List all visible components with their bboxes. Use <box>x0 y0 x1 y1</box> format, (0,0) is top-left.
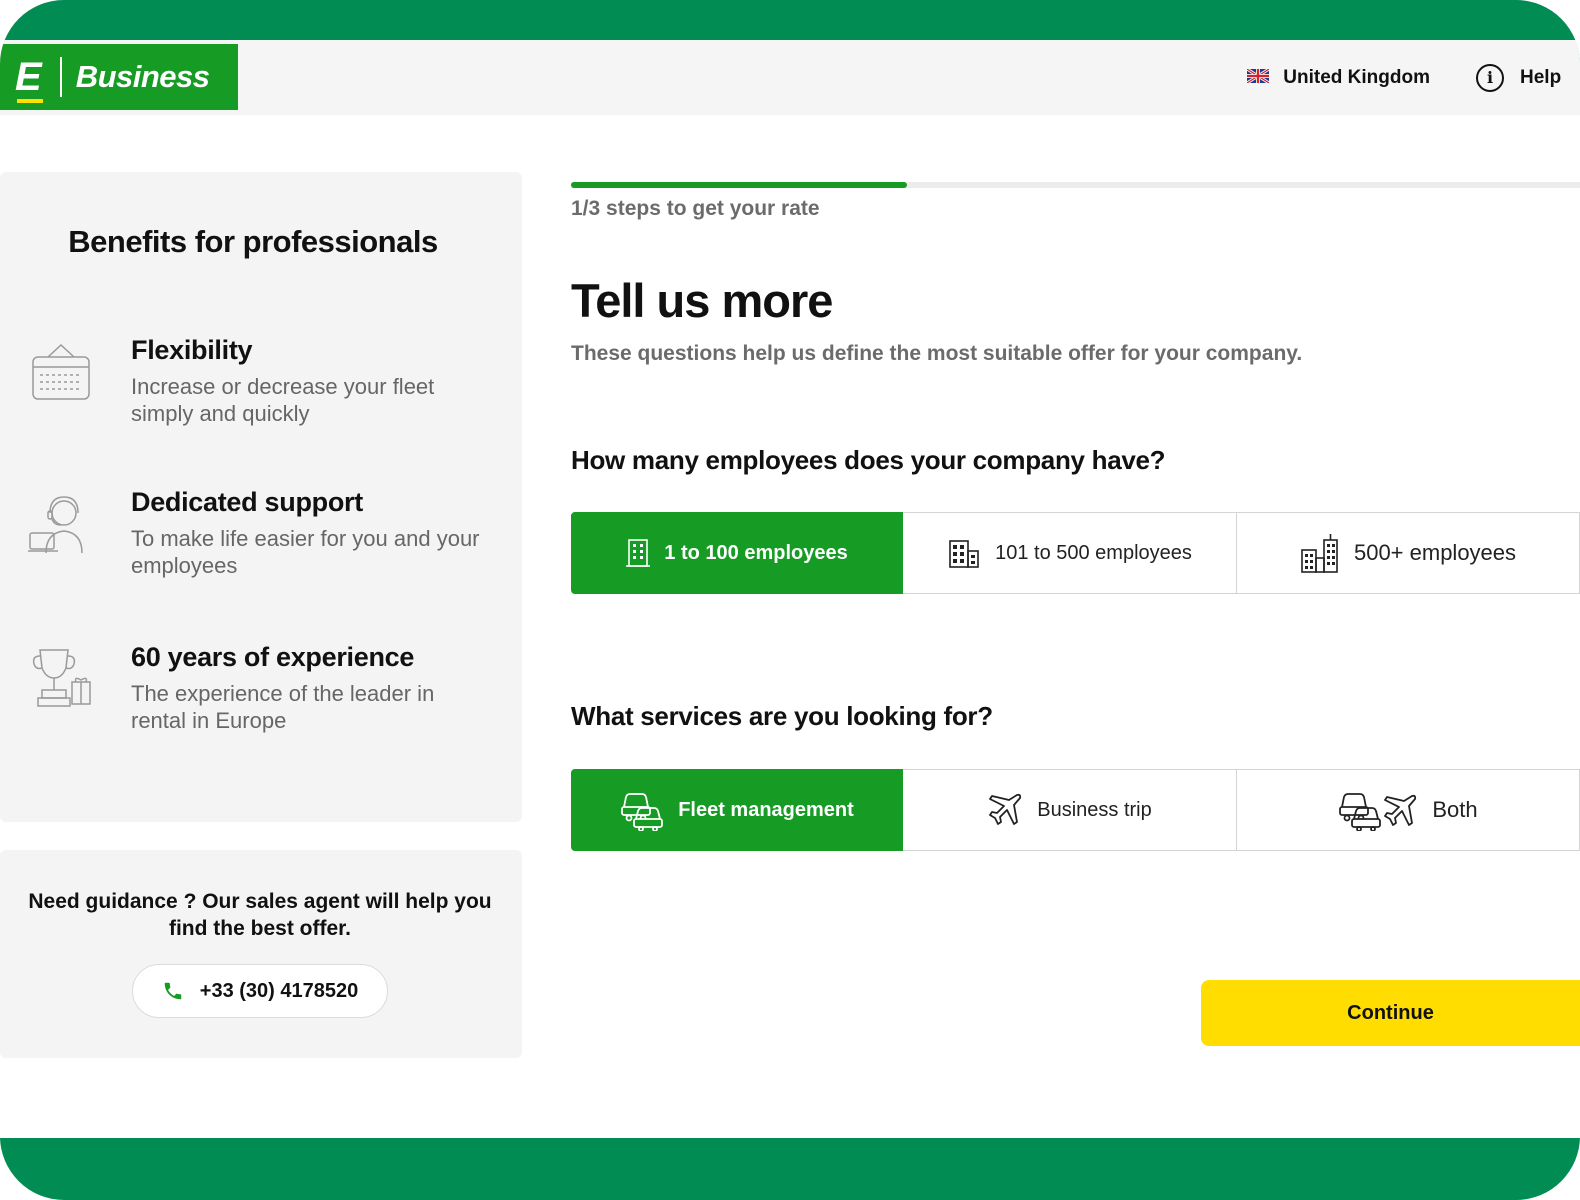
guidance-text: Need guidance ? Our sales agent will hel… <box>28 890 492 940</box>
plane-icon <box>989 793 1022 825</box>
medium-building-icon <box>949 540 979 568</box>
benefit-title: Dedicated support <box>131 487 363 517</box>
page-subtitle: These questions help us define the most … <box>571 342 1303 365</box>
large-buildings-icon <box>1301 534 1338 573</box>
benefit-support: Dedicated support To make life easier fo… <box>0 487 522 597</box>
trophy-icon <box>28 646 94 712</box>
support-agent-icon <box>28 491 94 557</box>
option-label: 1 to 100 employees <box>664 541 848 564</box>
logo-text: Business <box>75 59 210 94</box>
option-label: 500+ employees <box>1353 540 1517 565</box>
employees-options: 1 to 100 employees 101 to 500 employees <box>571 512 1580 594</box>
benefits-panel: Benefits for professionals Flexibility I… <box>0 172 522 822</box>
phone-button[interactable]: +33 (30) 4178520 <box>132 964 388 1018</box>
info-icon: i <box>1476 63 1504 92</box>
progress-bar <box>571 182 1580 188</box>
option-fleet-management[interactable]: Fleet management <box>571 769 903 851</box>
services-options: Fleet management Business trip Both <box>571 769 1580 851</box>
calendar-icon <box>28 339 94 405</box>
page-frame: E Business United Kingdom i Help Benefit… <box>0 0 1580 1200</box>
option-business-trip[interactable]: Business trip <box>903 769 1237 851</box>
small-building-icon <box>626 539 651 567</box>
help-label: Help <box>1520 66 1562 88</box>
top-header: E Business United Kingdom i Help <box>0 40 1580 115</box>
page-title: Tell us more <box>571 274 833 327</box>
phone-icon <box>164 982 182 1000</box>
benefit-description: To make life easier for you and your emp… <box>131 526 480 578</box>
option-label: Fleet management <box>678 798 854 821</box>
option-label: Business trip <box>1037 798 1152 821</box>
country-selector[interactable]: United Kingdom <box>1246 66 1430 89</box>
option-both[interactable]: Both <box>1237 769 1580 851</box>
logo-letter: E <box>15 55 43 103</box>
logo-divider <box>59 57 62 97</box>
cars-icon <box>621 793 664 831</box>
services-question: What services are you looking for? <box>571 701 993 731</box>
option-101-to-500-employees[interactable]: 101 to 500 employees <box>903 512 1237 594</box>
cars-plane-icon <box>1339 793 1417 831</box>
benefit-experience: 60 years of experience The experience of… <box>0 642 522 752</box>
guidance-panel: Need guidance ? Our sales agent will hel… <box>0 850 522 1058</box>
business-logo[interactable]: E Business <box>0 44 238 110</box>
help-link[interactable]: i Help <box>1476 63 1580 92</box>
country-label: United Kingdom <box>1283 66 1430 88</box>
option-1-to-100-employees[interactable]: 1 to 100 employees <box>571 512 903 594</box>
option-label: Both <box>1432 797 1478 822</box>
steps-label: 1/3 steps to get your rate <box>571 197 820 220</box>
header-actions: United Kingdom i Help <box>1246 40 1580 115</box>
page-content: E Business United Kingdom i Help Benefit… <box>0 40 1580 1138</box>
benefits-title: Benefits for professionals <box>68 224 438 259</box>
phone-number: +33 (30) 4178520 <box>199 979 359 1002</box>
employees-question: How many employees does your company hav… <box>571 445 1166 475</box>
benefit-description: The experience of the leader in rental i… <box>131 681 435 733</box>
continue-button[interactable]: Continue <box>1201 980 1580 1046</box>
uk-flag-icon <box>1246 67 1271 89</box>
benefit-description: Increase or decrease your fleet simply a… <box>131 374 435 426</box>
benefit-flexibility: Flexibility Increase or decrease your fl… <box>0 335 522 445</box>
benefit-title: 60 years of experience <box>131 642 415 672</box>
option-500-plus-employees[interactable]: 500+ employees <box>1237 512 1580 594</box>
benefit-title: Flexibility <box>131 335 253 365</box>
option-label: 101 to 500 employees <box>995 541 1192 564</box>
progress-fill <box>571 182 907 188</box>
